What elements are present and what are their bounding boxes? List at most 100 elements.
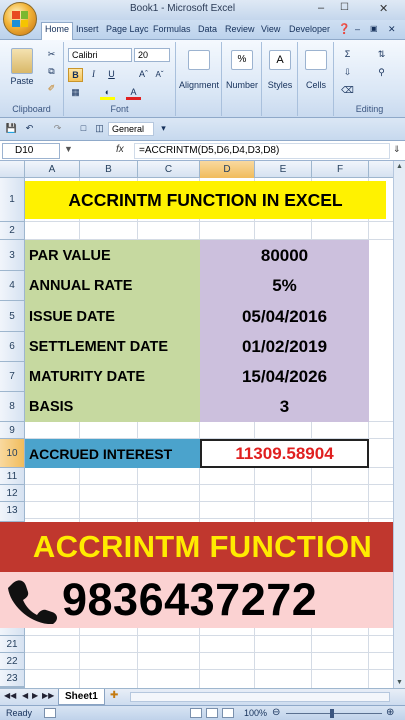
borders-icon[interactable]: ▦ <box>68 86 83 100</box>
tab-review[interactable]: Review <box>225 24 255 34</box>
row-header[interactable]: 21 <box>0 636 25 653</box>
value-cell[interactable]: 05/04/2016 <box>200 301 369 332</box>
row-header[interactable]: 1 <box>0 178 25 222</box>
copy-icon[interactable]: ⧉ <box>44 65 59 79</box>
row-header[interactable]: 7 <box>0 362 25 392</box>
horizontal-scrollbar[interactable] <box>130 692 390 702</box>
prev-sheet-icon[interactable]: ◀ <box>22 691 28 700</box>
row-header[interactable]: 10 <box>0 439 25 468</box>
value-cell[interactable]: 15/04/2026 <box>200 362 369 392</box>
value-cell[interactable]: 80000 <box>200 240 369 271</box>
name-box[interactable]: D10 <box>2 143 60 159</box>
cells-group[interactable]: Cells <box>298 42 334 116</box>
workbook-close-icon[interactable]: ✕ <box>388 24 396 35</box>
insert-sheet-icon[interactable]: ✚ <box>110 690 118 701</box>
label-cell[interactable]: ISSUE DATE <box>25 301 200 332</box>
bold-icon[interactable]: B <box>68 68 83 82</box>
name-box-dropdown-icon[interactable]: ▼ <box>64 144 73 154</box>
zoom-slider[interactable] <box>286 713 382 714</box>
normal-view-icon[interactable] <box>190 708 202 718</box>
vertical-scrollbar[interactable]: ▲ ▼ <box>393 161 405 688</box>
page-layout-view-icon[interactable] <box>206 708 218 718</box>
expand-formula-bar-icon[interactable]: ⇓ <box>393 144 401 155</box>
zoom-out-icon[interactable]: ⊖ <box>272 707 280 718</box>
font-name-field[interactable]: Calibri <box>68 48 132 62</box>
sheet-title-cell[interactable]: ACCRINTM FUNCTION IN EXCEL <box>25 181 386 219</box>
accrued-interest-label[interactable]: ACCRUED INTEREST <box>25 439 200 468</box>
sort-filter-icon[interactable]: ⇅ <box>374 48 389 62</box>
row-header[interactable]: 22 <box>0 653 25 670</box>
label-cell[interactable]: PAR VALUE <box>25 240 200 271</box>
maximize-icon[interactable]: ☐ <box>340 2 349 13</box>
save-icon[interactable]: 💾 <box>4 122 19 136</box>
accrued-interest-value[interactable]: 11309.58904 <box>200 439 369 468</box>
tab-view[interactable]: View <box>261 24 280 34</box>
next-sheet-icon[interactable]: ▶ <box>32 691 38 700</box>
zoom-slider-thumb[interactable] <box>330 709 334 718</box>
row-header[interactable]: 23 <box>0 670 25 687</box>
fill-color-icon[interactable]: ◐ <box>100 86 115 100</box>
row-header[interactable]: 5 <box>0 301 25 332</box>
scroll-up-icon[interactable]: ▲ <box>396 163 403 170</box>
underline-icon[interactable]: U <box>104 68 119 82</box>
column-header-b[interactable]: B <box>80 161 138 178</box>
macro-record-icon[interactable] <box>44 708 56 718</box>
number-format-field[interactable]: General <box>108 122 154 136</box>
row-header[interactable]: 9 <box>0 422 25 439</box>
label-cell[interactable]: BASIS <box>25 392 200 422</box>
tab-formulas[interactable]: Formulas <box>153 24 191 34</box>
label-cell[interactable]: SETTLEMENT DATE <box>25 332 200 362</box>
row-header[interactable]: 4 <box>0 271 25 301</box>
customize-qat-icon[interactable]: ▾ <box>156 122 171 136</box>
grow-font-icon[interactable]: Aˆ <box>136 68 151 82</box>
find-icon[interactable]: ⚲ <box>374 66 389 80</box>
minimize-icon[interactable]: – <box>318 2 324 14</box>
cut-icon[interactable]: ✂ <box>44 48 59 62</box>
italic-icon[interactable]: I <box>86 68 101 82</box>
tab-home[interactable]: Home <box>41 22 74 41</box>
ribbon-minimize-icon[interactable]: – <box>355 24 360 34</box>
styles-group[interactable]: A Styles <box>262 42 298 116</box>
column-header-d[interactable]: D <box>200 161 255 178</box>
help-icon[interactable]: ❓ <box>338 24 350 35</box>
open-icon[interactable]: ◫ <box>92 122 107 136</box>
tab-developer[interactable]: Developer <box>289 24 330 34</box>
value-cell[interactable]: 01/02/2019 <box>200 332 369 362</box>
label-cell[interactable]: MATURITY DATE <box>25 362 200 392</box>
column-header-f[interactable]: F <box>312 161 369 178</box>
page-break-view-icon[interactable] <box>222 708 234 718</box>
format-painter-icon[interactable]: ✐ <box>44 82 59 96</box>
alignment-group[interactable]: Alignment <box>176 42 222 116</box>
insert-function-icon[interactable]: fx <box>116 144 124 155</box>
row-header[interactable]: 12 <box>0 485 25 502</box>
row-header[interactable]: 8 <box>0 392 25 422</box>
close-icon[interactable]: ✕ <box>379 2 388 15</box>
tab-insert[interactable]: Insert <box>76 24 99 34</box>
clear-icon[interactable]: ⌫ <box>340 84 355 98</box>
row-header[interactable]: 13 <box>0 502 25 522</box>
font-size-field[interactable]: 20 <box>134 48 170 62</box>
restore-icon[interactable]: ▣ <box>370 24 378 33</box>
number-group[interactable]: % Number <box>222 42 262 116</box>
redo-icon[interactable]: ↷ <box>50 122 65 136</box>
office-button[interactable] <box>3 2 37 36</box>
value-cell[interactable]: 5% <box>200 271 369 301</box>
zoom-level[interactable]: 100% <box>244 708 267 718</box>
zoom-in-icon[interactable]: ⊕ <box>386 707 394 718</box>
row-header[interactable]: 3 <box>0 240 25 271</box>
sheet-tab-sheet1[interactable]: Sheet1 <box>58 689 105 705</box>
undo-icon[interactable]: ↶ <box>22 122 37 136</box>
scroll-down-icon[interactable]: ▼ <box>396 679 403 686</box>
row-header[interactable]: 11 <box>0 468 25 485</box>
column-header-a[interactable]: A <box>25 161 80 178</box>
shrink-font-icon[interactable]: Aˇ <box>152 68 167 82</box>
fill-icon[interactable]: ⇩ <box>340 66 355 80</box>
value-cell[interactable]: 3 <box>200 392 369 422</box>
select-all-corner[interactable] <box>0 161 25 178</box>
column-header-c[interactable]: C <box>138 161 200 178</box>
tab-page-layout[interactable]: Page Layc <box>106 24 149 34</box>
autosum-icon[interactable]: Σ <box>340 48 355 62</box>
column-header-e[interactable]: E <box>255 161 312 178</box>
font-color-icon[interactable]: A <box>126 86 141 100</box>
row-header[interactable]: 2 <box>0 222 25 240</box>
